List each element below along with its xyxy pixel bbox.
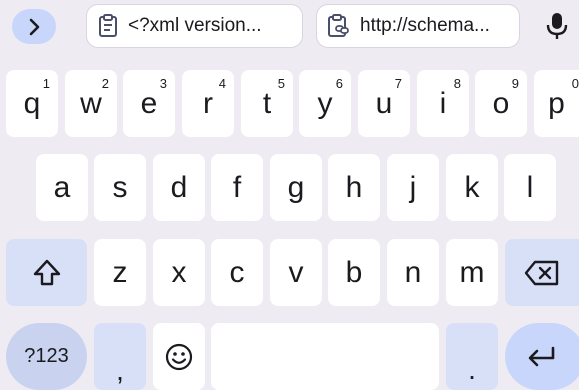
key-label: k [464,170,480,204]
shift-key[interactable] [6,239,87,306]
key-label: f [232,170,242,204]
key-label: r [203,86,213,120]
key-label: b [345,255,363,289]
key-label: q [23,86,41,120]
key-y[interactable]: y 6 [299,70,351,137]
key-r[interactable]: r 4 [182,70,234,137]
chevron-right-icon [29,18,40,35]
key-label: s [112,170,128,204]
clipboard-suggestion-url[interactable]: http://schema... [316,4,520,48]
key-label: e [140,86,158,120]
key-hint: 0 [571,76,579,91]
enter-key[interactable] [505,323,579,390]
key-label: n [404,255,422,289]
key-label: i [439,86,447,120]
key-k[interactable]: k [446,154,498,221]
key-d[interactable]: d [153,154,205,221]
chip-label: <?xml version... [128,15,262,36]
key-label: p [548,86,565,120]
key-hint: 5 [277,76,285,91]
key-n[interactable]: n [387,239,439,306]
key-hint: 9 [511,76,519,91]
backspace-icon [524,260,559,285]
emoji-key[interactable] [153,323,205,390]
key-m[interactable]: m [446,239,498,306]
key-label: l [526,170,534,204]
clipboard-suggestion-xml[interactable]: <?xml version... [86,4,303,48]
key-c[interactable]: c [211,239,263,306]
key-p[interactable]: p 0 [534,70,579,137]
period-key[interactable]: . [446,323,498,390]
key-label: t [262,86,272,120]
key-e[interactable]: e 3 [123,70,175,137]
key-f[interactable]: f [211,154,263,221]
key-w[interactable]: w 2 [65,70,117,137]
key-hint: 6 [335,76,343,91]
key-label: ?123 [24,345,69,367]
clipboard-link-icon [328,14,349,37]
comma-key[interactable]: , [94,323,146,390]
key-x[interactable]: x [153,239,205,306]
key-u[interactable]: u 7 [358,70,410,137]
key-label: j [409,170,417,204]
shift-icon [33,259,60,285]
backspace-key[interactable] [505,239,579,306]
key-hint: 8 [453,76,461,91]
key-i[interactable]: i 8 [417,70,469,137]
symbols-key[interactable]: ?123 [6,323,87,390]
key-v[interactable]: v [270,239,322,306]
key-hint: 7 [394,76,402,91]
space-bar[interactable] [211,323,439,390]
chip-label: http://schema... [360,15,490,36]
key-label: c [229,255,245,289]
key-l[interactable]: l [504,154,556,221]
key-label: g [287,170,305,204]
expand-toolbar-button[interactable] [12,9,56,44]
key-label: , [116,354,124,386]
key-q[interactable]: q 1 [6,70,58,137]
key-label: w [80,86,102,120]
key-t[interactable]: t 5 [241,70,293,137]
key-label: x [171,255,187,289]
key-label: v [288,255,304,289]
clipboard-icon [99,14,117,37]
key-label: y [317,86,333,120]
key-label: d [170,170,188,204]
key-hint: 1 [42,76,50,91]
voice-input-button[interactable] [540,8,574,44]
key-a[interactable]: a [36,154,88,221]
key-h[interactable]: h [328,154,380,221]
key-label: o [492,86,510,120]
key-label: z [112,255,128,289]
key-o[interactable]: o 9 [475,70,527,137]
key-hint: 4 [218,76,226,91]
key-s[interactable]: s [94,154,146,221]
key-hint: 3 [159,76,167,91]
enter-arrow-icon [528,346,555,366]
microphone-icon [546,13,568,39]
key-hint: 2 [101,76,109,91]
key-j[interactable]: j [387,154,439,221]
key-z[interactable]: z [94,239,146,306]
key-label: m [459,255,485,289]
key-label: u [375,86,393,120]
key-label: h [345,170,363,204]
key-b[interactable]: b [328,239,380,306]
key-label: a [53,170,71,204]
key-label: . [468,353,476,385]
emoji-icon [165,343,193,370]
key-g[interactable]: g [270,154,322,221]
